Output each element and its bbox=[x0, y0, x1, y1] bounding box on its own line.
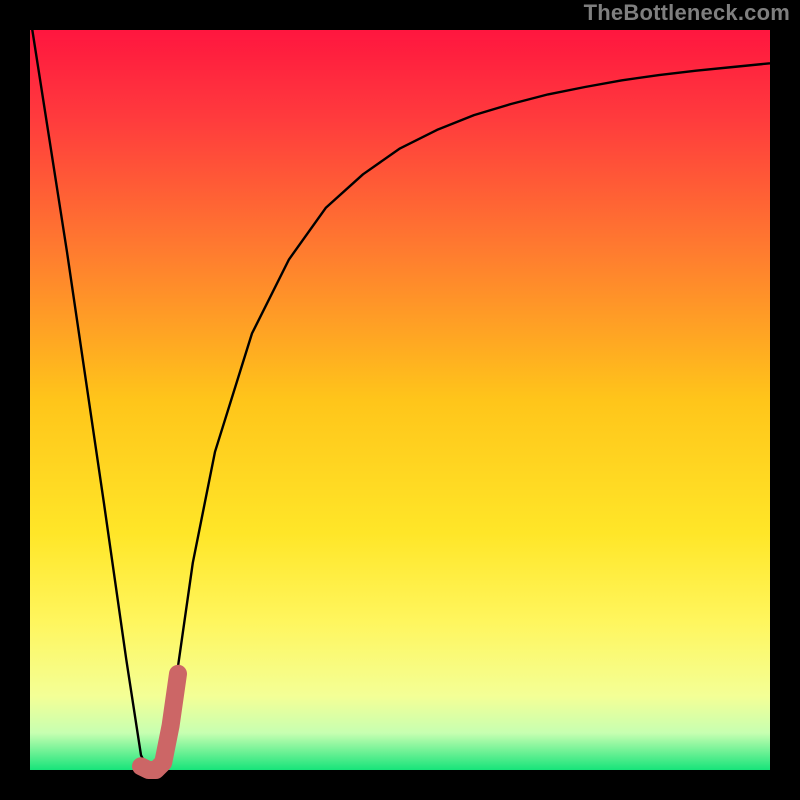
chart-container: TheBottleneck.com bbox=[0, 0, 800, 800]
plot-background bbox=[30, 30, 770, 770]
watermark-text: TheBottleneck.com bbox=[584, 0, 790, 26]
bottleneck-chart bbox=[0, 0, 800, 800]
